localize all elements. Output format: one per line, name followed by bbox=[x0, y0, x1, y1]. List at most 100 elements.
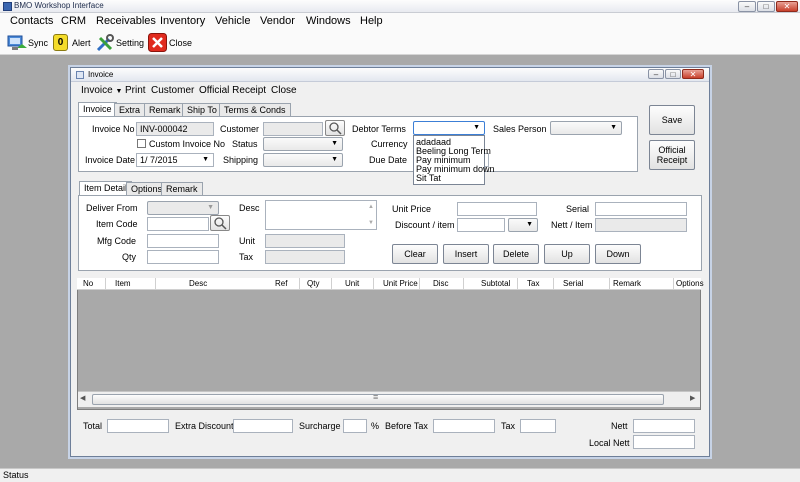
nett-field[interactable] bbox=[633, 419, 695, 433]
clear-button[interactable]: Clear bbox=[392, 244, 438, 264]
invoice-close-button[interactable]: ✕ bbox=[682, 69, 704, 79]
grid-col-serial[interactable]: Serial bbox=[563, 279, 583, 288]
extra-discount-label: Extra Discount bbox=[175, 421, 234, 431]
invoice-menu-invoice[interactable]: Invoice ▼ bbox=[81, 85, 122, 96]
app-close-button[interactable]: ✕ bbox=[776, 1, 798, 12]
grid-col-unit-price[interactable]: Unit Price bbox=[383, 279, 418, 288]
grid-col-subtotal[interactable]: Subtotal bbox=[481, 279, 510, 288]
grid-col-disc[interactable]: Disc bbox=[433, 279, 449, 288]
chevron-down-icon: ▼ bbox=[610, 124, 617, 131]
desc-textarea[interactable]: ▲ ▼ bbox=[265, 200, 377, 230]
invoice-date-picker[interactable]: 1/ 7/2015 ▼ bbox=[136, 153, 214, 167]
close-label: Close bbox=[169, 38, 193, 48]
alert-button[interactable]: 0 Alert bbox=[51, 33, 93, 53]
grid-col-separator bbox=[155, 278, 156, 290]
surcharge-percent-label: % bbox=[371, 421, 380, 431]
mfg-code-field[interactable] bbox=[147, 234, 219, 248]
local-nett-field[interactable] bbox=[633, 435, 695, 449]
item-code-label: Item Code bbox=[96, 219, 138, 229]
alert-label: Alert bbox=[72, 38, 91, 48]
tab-extra[interactable]: Extra bbox=[114, 103, 146, 117]
insert-button[interactable]: Insert bbox=[443, 244, 489, 264]
grid-horizontal-scrollbar[interactable]: ◀ ≡ ▶ bbox=[78, 391, 700, 407]
grid-col-separator bbox=[673, 278, 674, 290]
tab-ship-to[interactable]: Ship To bbox=[182, 103, 222, 117]
up-button[interactable]: Up bbox=[544, 244, 590, 264]
nett-item-field[interactable] bbox=[595, 218, 687, 232]
menu-receivables[interactable]: Receivables bbox=[96, 15, 156, 27]
sales-person-select[interactable]: ▼ bbox=[550, 121, 622, 135]
menu-vendor[interactable]: Vendor bbox=[260, 15, 295, 27]
unit-price-label: Unit Price bbox=[392, 204, 432, 214]
sync-button[interactable]: Sync bbox=[3, 33, 49, 53]
customer-field[interactable] bbox=[263, 122, 323, 136]
tab-remark[interactable]: Remark bbox=[144, 103, 186, 117]
unit-field[interactable] bbox=[265, 234, 345, 248]
invoice-minimize-button[interactable]: – bbox=[648, 69, 664, 79]
grid-col-item[interactable]: Item bbox=[115, 279, 131, 288]
menu-contacts[interactable]: Contacts bbox=[10, 15, 53, 27]
menu-inventory[interactable]: Inventory bbox=[160, 15, 205, 27]
surcharge-label: Surcharge bbox=[299, 421, 341, 431]
customer-search-button[interactable] bbox=[325, 120, 345, 136]
discount-item-field[interactable] bbox=[457, 218, 505, 232]
scroll-right-icon[interactable]: ▶ bbox=[690, 394, 695, 402]
unit-price-field[interactable] bbox=[457, 202, 537, 216]
grid-col-ref[interactable]: Ref bbox=[275, 279, 287, 288]
delete-button[interactable]: Delete bbox=[493, 244, 539, 264]
close-button[interactable]: Close bbox=[147, 33, 193, 53]
tab-detail-remark[interactable]: Remark bbox=[161, 182, 203, 196]
menu-vehicle[interactable]: Vehicle bbox=[215, 15, 250, 27]
nett-item-label: Nett / Item bbox=[551, 220, 593, 230]
scroll-up-icon: ▲ bbox=[368, 204, 374, 210]
scrollbar-thumb[interactable]: ≡ bbox=[92, 392, 664, 405]
setting-button[interactable]: Setting bbox=[94, 33, 146, 53]
item-code-field[interactable] bbox=[147, 217, 209, 231]
item-code-search-button[interactable] bbox=[210, 215, 230, 231]
tax-field[interactable] bbox=[265, 250, 345, 264]
app-minimize-button[interactable]: – bbox=[738, 1, 756, 12]
app-maximize-button[interactable]: □ bbox=[757, 1, 775, 12]
menu-windows[interactable]: Windows bbox=[306, 15, 351, 27]
status-select[interactable]: ▼ bbox=[263, 137, 343, 151]
invoice-no-field[interactable]: INV-000042 bbox=[136, 122, 214, 136]
menu-help[interactable]: Help bbox=[360, 15, 383, 27]
desc-label: Desc bbox=[239, 203, 260, 213]
surcharge-field[interactable] bbox=[343, 419, 367, 433]
grid-col-options[interactable]: Options bbox=[676, 279, 704, 288]
grid-col-remark[interactable]: Remark bbox=[613, 279, 641, 288]
invoice-menu-close[interactable]: Close bbox=[271, 85, 297, 96]
invoice-menu-official-receipt[interactable]: Official Receipt bbox=[199, 85, 266, 96]
sales-person-label: Sales Person bbox=[493, 124, 547, 134]
invoice-maximize-button[interactable]: □ bbox=[665, 69, 681, 79]
total-field[interactable] bbox=[107, 419, 169, 433]
tab-terms-conds[interactable]: Terms & Conds bbox=[219, 103, 291, 117]
due-date-label: Due Date bbox=[369, 155, 408, 165]
grid-col-desc[interactable]: Desc bbox=[189, 279, 207, 288]
grid-col-unit[interactable]: Unit bbox=[345, 279, 359, 288]
menu-crm[interactable]: CRM bbox=[61, 15, 86, 27]
discount-type-select[interactable]: ▼ bbox=[508, 218, 538, 232]
shipping-select[interactable]: ▼ bbox=[263, 153, 343, 167]
grid-col-tax[interactable]: Tax bbox=[527, 279, 539, 288]
qty-field[interactable] bbox=[147, 250, 219, 264]
save-button[interactable]: Save bbox=[649, 105, 695, 135]
invoice-menu-print[interactable]: Print bbox=[125, 85, 146, 96]
debtor-terms-select[interactable]: ▼ bbox=[413, 121, 485, 135]
grid-col-qty[interactable]: Qty bbox=[307, 279, 319, 288]
invoice-menu-customer[interactable]: Customer bbox=[151, 85, 194, 96]
down-button[interactable]: Down bbox=[595, 244, 641, 264]
deliver-from-select[interactable]: ▼ bbox=[147, 201, 219, 215]
custom-invoice-no-checkbox[interactable] bbox=[137, 139, 146, 148]
serial-field[interactable] bbox=[595, 202, 687, 216]
totals-tax-field[interactable] bbox=[520, 419, 556, 433]
tab-item-detail[interactable]: Item Detail bbox=[79, 181, 133, 196]
before-tax-field[interactable] bbox=[433, 419, 495, 433]
scroll-left-icon[interactable]: ◀ bbox=[80, 394, 85, 402]
grid-col-no[interactable]: No bbox=[83, 279, 93, 288]
chevron-down-icon: ▼ bbox=[331, 156, 338, 163]
extra-discount-field[interactable] bbox=[233, 419, 293, 433]
debtor-terms-option[interactable]: Sit Tat bbox=[416, 173, 441, 183]
official-receipt-button[interactable]: Official Receipt bbox=[649, 140, 695, 170]
tab-invoice[interactable]: Invoice bbox=[78, 102, 117, 117]
